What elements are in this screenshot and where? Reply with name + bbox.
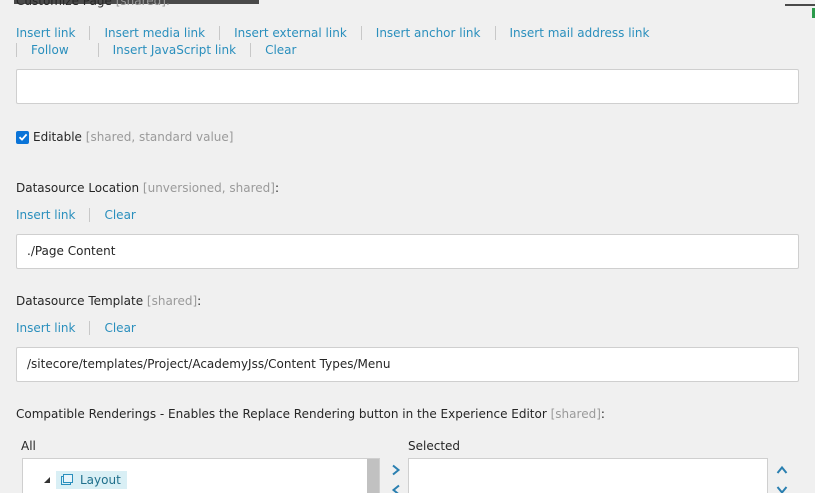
chevron-down-icon: [776, 486, 788, 493]
checkmark-icon: [18, 133, 27, 141]
chevron-right-icon: [392, 464, 401, 476]
datasource-template-meta: [shared]: [146, 294, 198, 308]
all-renderings-scrollbar[interactable]: [367, 459, 379, 493]
compatible-renderings-label: Compatible Renderings - Enables the Repl…: [16, 407, 605, 421]
customize-page-label: Customize Page [shared]:: [16, 0, 170, 8]
datasource-location-title: Datasource Location: [16, 181, 140, 195]
datasource-template-field[interactable]: /sitecore/templates/Project/AcademyJss/C…: [16, 347, 799, 382]
customize-page-link-toolbar: Insert link Insert media link Insert ext…: [16, 26, 716, 57]
compatible-renderings-suffix: :: [600, 407, 605, 421]
insert-external-link-button[interactable]: Insert external link: [219, 26, 361, 40]
add-to-selected-button[interactable]: [390, 464, 402, 476]
datasource-location-clear-button[interactable]: Clear: [89, 208, 149, 222]
customize-page-meta: [shared]:: [115, 0, 170, 8]
datasource-template-label: Datasource Template [shared]:: [16, 294, 201, 308]
tree-item-layout-label: Layout: [80, 473, 121, 487]
editable-checkbox-row: Editable [shared, standard value]: [16, 130, 233, 144]
insert-link-button[interactable]: Insert link: [16, 26, 89, 40]
clear-link-button[interactable]: Clear: [250, 43, 310, 57]
datasource-template-title: Datasource Template: [16, 294, 144, 308]
datasource-template-clear-button[interactable]: Clear: [89, 321, 149, 335]
remove-from-selected-button[interactable]: [390, 484, 402, 493]
customize-page-field[interactable]: [16, 69, 799, 104]
layout-folder-icon: [60, 473, 74, 487]
datasource-location-link-toolbar: Insert link Clear: [16, 208, 150, 222]
tree-node-layout[interactable]: Layout: [42, 471, 127, 489]
selected-list-label: Selected: [408, 439, 461, 453]
datasource-location-suffix: :: [274, 181, 279, 195]
top-right-divider: [785, 4, 815, 6]
tree-item-layout[interactable]: Layout: [56, 471, 127, 489]
editable-checkbox[interactable]: [16, 130, 29, 144]
insert-mail-address-link-button[interactable]: Insert mail address link: [494, 26, 664, 40]
move-up-button[interactable]: [776, 464, 788, 476]
datasource-template-link-toolbar: Insert link Clear: [16, 321, 150, 335]
datasource-template-insert-link-button[interactable]: Insert link: [16, 321, 89, 335]
datasource-location-meta: [unversioned, shared]: [142, 181, 275, 195]
editable-meta: [shared, standard value]: [85, 130, 234, 144]
customize-page-title: Customize Page: [16, 0, 112, 8]
datasource-template-suffix: :: [197, 294, 202, 308]
chevron-left-icon: [391, 484, 400, 493]
selected-renderings-list[interactable]: [408, 458, 768, 493]
insert-media-link-button[interactable]: Insert media link: [89, 26, 219, 40]
datasource-location-insert-link-button[interactable]: Insert link: [16, 208, 89, 222]
chevron-up-icon: [776, 465, 788, 474]
follow-link-button[interactable]: Follow: [16, 43, 83, 57]
compatible-renderings-meta: [shared]: [550, 407, 601, 421]
compatible-renderings-title: Compatible Renderings - Enables the Repl…: [16, 407, 547, 421]
insert-anchor-link-button[interactable]: Insert anchor link: [360, 26, 495, 40]
insert-javascript-link-button[interactable]: Insert JavaScript link: [97, 43, 250, 57]
tree-collapse-icon[interactable]: [42, 475, 52, 485]
editable-label: Editable: [33, 130, 82, 144]
datasource-location-field[interactable]: ./Page Content: [16, 234, 799, 269]
datasource-location-label: Datasource Location [unversioned, shared…: [16, 181, 279, 195]
all-list-label: All: [21, 439, 36, 453]
move-down-button[interactable]: [776, 484, 788, 493]
